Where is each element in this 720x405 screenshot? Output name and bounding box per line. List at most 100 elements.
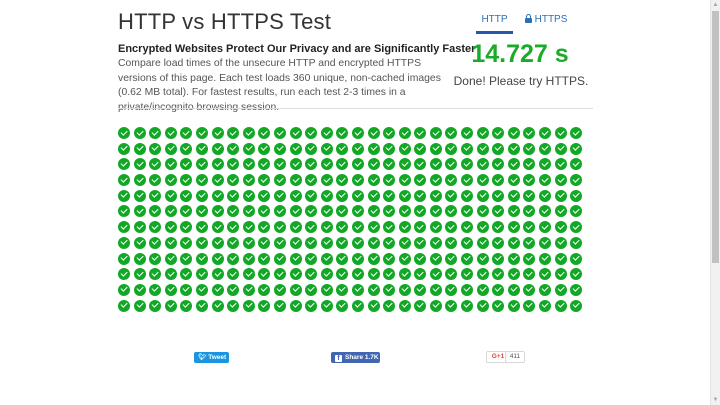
check-circle-icon xyxy=(180,221,193,234)
check-circle-icon xyxy=(414,268,427,281)
check-circle-icon xyxy=(133,299,146,312)
check-circle-icon xyxy=(289,252,302,265)
check-circle-icon xyxy=(180,236,193,249)
scrollbar-thumb[interactable] xyxy=(712,11,719,263)
check-circle-icon xyxy=(195,236,208,249)
check-circle-icon xyxy=(149,236,162,249)
check-circle-icon xyxy=(273,127,286,139)
check-circle-icon xyxy=(305,299,318,312)
check-circle-icon xyxy=(554,158,567,171)
tab-https[interactable]: HTTPS xyxy=(521,11,571,31)
facebook-share-button[interactable]: f Share 1.7K xyxy=(331,352,380,363)
check-circle-icon xyxy=(554,142,567,155)
check-circle-icon xyxy=(367,174,380,187)
check-circle-icon xyxy=(507,283,520,296)
check-circle-icon xyxy=(351,174,364,187)
check-circle-icon xyxy=(414,142,427,155)
check-circle-icon xyxy=(492,283,505,296)
check-circle-icon xyxy=(367,158,380,171)
check-circle-icon xyxy=(539,158,552,171)
check-circle-icon xyxy=(445,236,458,249)
check-circle-icon xyxy=(429,299,442,312)
check-circle-icon xyxy=(523,205,536,218)
check-circle-icon xyxy=(242,174,255,187)
scroll-up-arrow-icon[interactable]: ▲ xyxy=(711,0,720,10)
scroll-down-arrow-icon[interactable]: ▼ xyxy=(711,395,720,405)
check-circle-icon xyxy=(507,142,520,155)
check-circle-icon xyxy=(570,174,583,187)
check-circle-icon xyxy=(351,142,364,155)
check-circle-icon xyxy=(539,283,552,296)
check-circle-icon xyxy=(273,268,286,281)
check-circle-icon xyxy=(164,142,177,155)
check-circle-icon xyxy=(211,127,224,139)
tweet-button[interactable]: 🐦︎ Tweet xyxy=(194,352,229,363)
check-circle-icon xyxy=(118,189,130,202)
check-circle-icon xyxy=(320,221,333,234)
check-circle-icon xyxy=(242,158,255,171)
check-circle-icon xyxy=(336,142,349,155)
check-circle-icon xyxy=(118,142,130,155)
check-circle-icon xyxy=(289,189,302,202)
check-circle-icon xyxy=(336,283,349,296)
check-circle-icon xyxy=(445,174,458,187)
check-circle-icon xyxy=(227,205,240,218)
check-circle-icon xyxy=(383,299,396,312)
check-circle-icon xyxy=(211,205,224,218)
check-circle-icon xyxy=(211,236,224,249)
check-circle-icon xyxy=(367,236,380,249)
check-circle-icon xyxy=(118,283,130,296)
check-circle-icon xyxy=(195,252,208,265)
lock-icon xyxy=(524,14,532,23)
check-circle-icon xyxy=(133,205,146,218)
check-circle-icon xyxy=(383,236,396,249)
check-circle-icon xyxy=(445,142,458,155)
tab-http[interactable]: HTTP xyxy=(476,11,513,34)
check-circle-icon xyxy=(258,142,271,155)
check-circle-icon xyxy=(195,174,208,187)
check-circle-icon xyxy=(507,268,520,281)
check-circle-icon xyxy=(164,189,177,202)
page-title: HTTP vs HTTPS Test xyxy=(118,9,332,34)
check-circle-icon xyxy=(180,189,193,202)
check-circle-icon xyxy=(320,142,333,155)
check-circle-icon xyxy=(570,127,583,139)
check-circle-icon xyxy=(398,189,411,202)
check-circle-icon xyxy=(289,221,302,234)
check-circle-icon xyxy=(164,158,177,171)
check-circle-icon xyxy=(445,221,458,234)
check-circle-icon xyxy=(429,127,442,139)
check-circle-icon xyxy=(336,205,349,218)
check-circle-icon xyxy=(195,142,208,155)
check-circle-icon xyxy=(336,236,349,249)
check-circle-icon xyxy=(523,268,536,281)
check-circle-icon xyxy=(320,127,333,139)
check-circle-icon xyxy=(118,299,130,312)
check-circle-icon xyxy=(133,189,146,202)
check-circle-icon xyxy=(211,189,224,202)
check-circle-icon xyxy=(273,221,286,234)
check-circle-icon xyxy=(289,142,302,155)
check-circle-icon xyxy=(445,158,458,171)
check-circle-icon xyxy=(351,252,364,265)
check-circle-icon xyxy=(211,158,224,171)
check-circle-icon xyxy=(320,205,333,218)
check-circle-icon xyxy=(258,283,271,296)
check-circle-icon xyxy=(149,158,162,171)
check-circle-icon xyxy=(227,221,240,234)
check-circle-icon xyxy=(554,299,567,312)
check-circle-icon xyxy=(180,158,193,171)
check-circle-icon xyxy=(351,189,364,202)
check-circle-icon xyxy=(507,299,520,312)
check-circle-icon xyxy=(289,268,302,281)
check-circle-icon xyxy=(351,127,364,139)
vertical-scrollbar[interactable]: ▲ ▼ xyxy=(710,0,720,405)
check-circle-icon xyxy=(414,283,427,296)
check-circle-icon xyxy=(258,268,271,281)
check-circle-icon xyxy=(164,283,177,296)
check-circle-icon xyxy=(476,221,489,234)
check-circle-icon xyxy=(554,252,567,265)
check-circle-icon xyxy=(149,221,162,234)
check-circle-icon xyxy=(336,268,349,281)
check-circle-icon xyxy=(523,283,536,296)
